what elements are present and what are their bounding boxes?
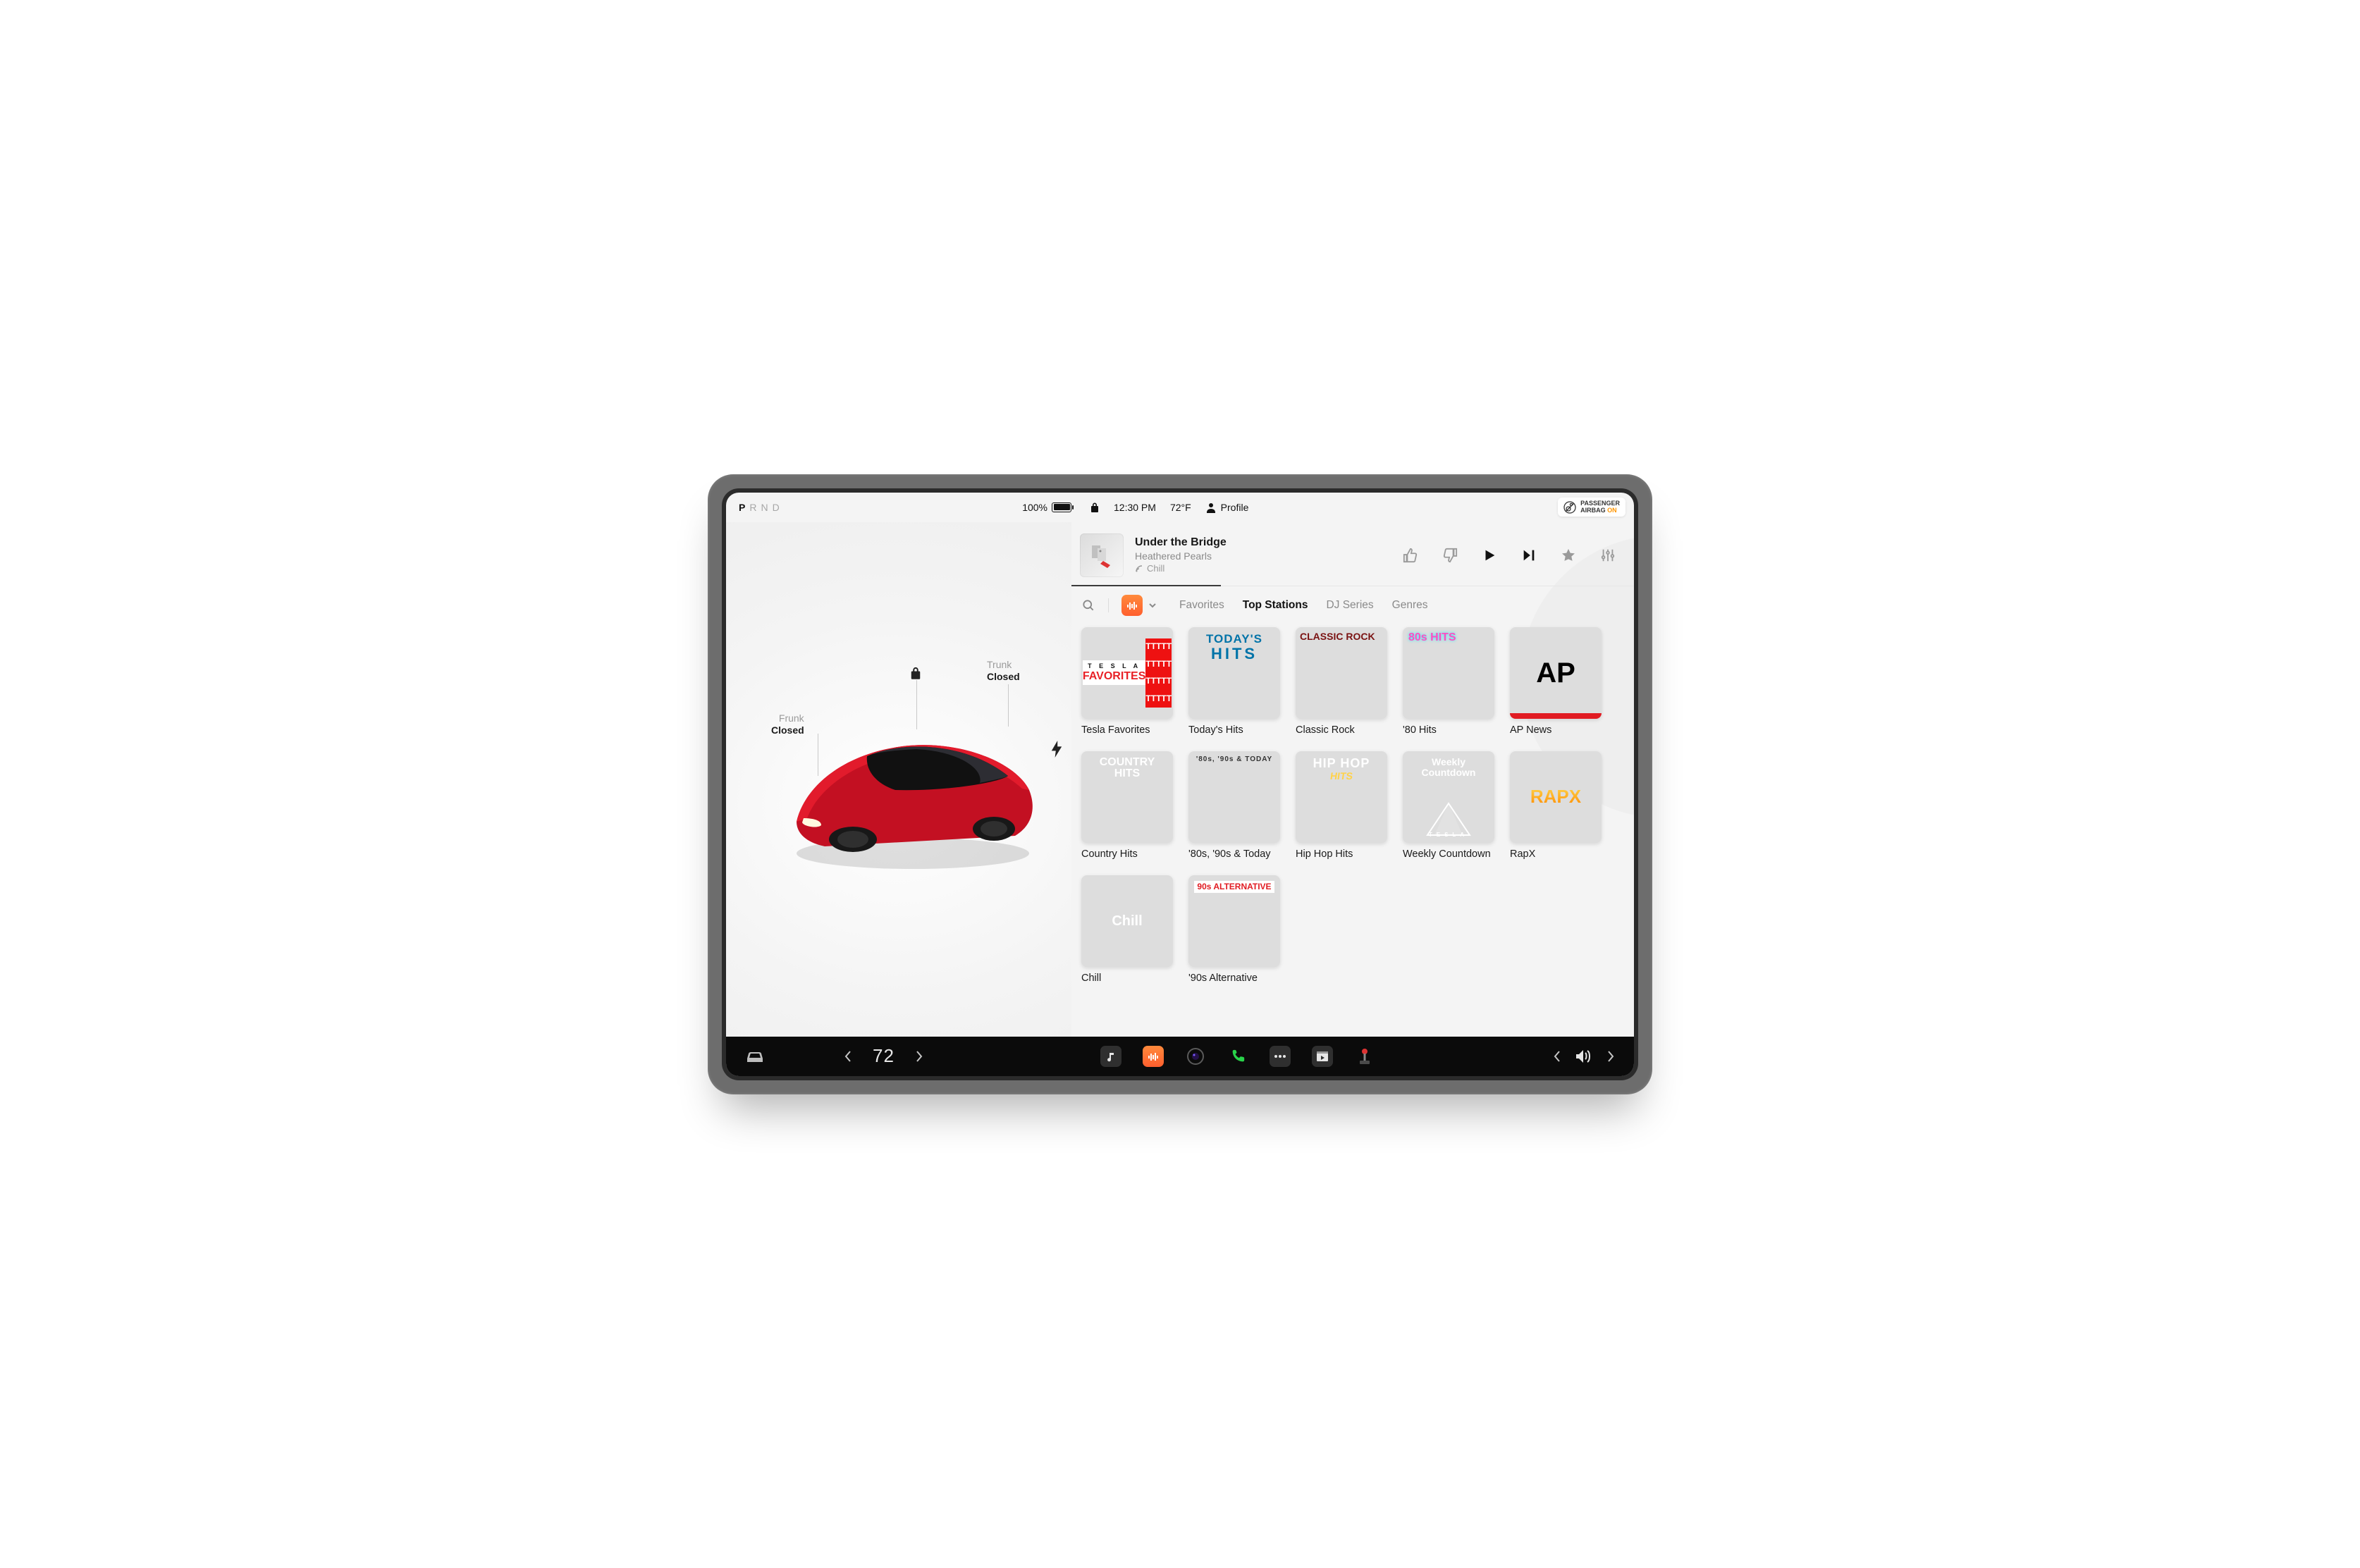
charge-bolt-icon[interactable] (1050, 741, 1063, 761)
station-90alt[interactable]: '90s Alternative (1188, 875, 1280, 984)
theater-app-icon[interactable] (1312, 1046, 1333, 1067)
gear-indicator: PRND (739, 502, 784, 513)
car-visualization-panel: FrunkClosed TrunkClosed (726, 522, 1071, 1037)
station-country[interactable]: Country Hits (1081, 751, 1173, 860)
chevron-down-icon (1148, 601, 1157, 610)
car-lock-icon[interactable] (909, 666, 922, 684)
station-name: Hip Hop Hits (1296, 848, 1387, 860)
radio-source-icon (1121, 595, 1143, 616)
bottom-bar: 72 (726, 1037, 1634, 1076)
station-cover (1081, 751, 1173, 843)
station-name: RapX (1510, 848, 1602, 860)
volume-down-icon[interactable] (1552, 1049, 1562, 1063)
browse-tabs: Favorites Top Stations DJ Series Genres (1179, 599, 1428, 612)
app-launcher-row (931, 1046, 1545, 1067)
track-title: Under the Bridge (1135, 536, 1227, 549)
now-playing-bar: Under the Bridge Heathered Pearls Chill (1071, 522, 1634, 586)
station-cover: AP (1510, 627, 1602, 719)
volume-controls (1552, 1049, 1616, 1064)
thumbs-down-icon[interactable] (1442, 548, 1458, 563)
station-name: '90s Alternative (1188, 973, 1280, 984)
airbag-off-icon (1563, 501, 1576, 514)
profile-button[interactable]: Profile (1205, 502, 1249, 513)
station-cover (1188, 751, 1280, 843)
station-hiphop[interactable]: Hip Hop Hits (1296, 751, 1387, 860)
station-name: Country Hits (1081, 848, 1173, 860)
station-today[interactable]: Today's Hits (1188, 627, 1280, 736)
thumbs-up-icon[interactable] (1403, 548, 1418, 563)
station-name: '80s, '90s & Today (1188, 848, 1280, 860)
play-icon[interactable] (1482, 548, 1497, 563)
status-bar: PRND 100% 12:30 PM 72°F Profile PASSENGE… (726, 493, 1634, 522)
station-cover (1081, 875, 1173, 967)
car-app-icon[interactable] (744, 1049, 766, 1063)
station-chill[interactable]: Chill (1081, 875, 1173, 984)
lock-icon[interactable] (1090, 502, 1100, 513)
broadcast-icon (1135, 564, 1143, 573)
station-name: Chill (1081, 973, 1173, 984)
tab-dj-series[interactable]: DJ Series (1326, 599, 1373, 612)
station-name: '80 Hits (1403, 724, 1494, 736)
person-icon (1205, 502, 1217, 513)
station-80s[interactable]: '80 Hits (1403, 627, 1494, 736)
station-rapx[interactable]: RAPX RapX (1510, 751, 1602, 860)
airbag-badge: PASSENGER AIRBAG ON (1558, 498, 1625, 517)
battery-icon (1052, 502, 1071, 512)
station-tesla-fav[interactable]: T E S L AFAVORITESTTTTTTTTTTTTTTTTTTTT Te… (1081, 627, 1173, 736)
more-apps-icon[interactable] (1270, 1046, 1291, 1067)
tab-favorites[interactable]: Favorites (1179, 599, 1224, 612)
station-ap[interactable]: AP AP News (1510, 627, 1602, 736)
station-cover (1296, 627, 1387, 719)
next-track-icon[interactable] (1521, 548, 1537, 563)
phone-app-icon[interactable] (1227, 1046, 1248, 1067)
temp-down-icon[interactable] (843, 1049, 853, 1063)
station-8090[interactable]: '80s, '90s & Today (1188, 751, 1280, 860)
climate-controls: 72 (843, 1045, 924, 1067)
radio-app-icon[interactable] (1143, 1046, 1164, 1067)
browse-toolbar: Favorites Top Stations DJ Series Genres (1071, 586, 1634, 620)
station-cover: RAPX (1510, 751, 1602, 843)
source-picker[interactable] (1121, 595, 1157, 616)
album-art[interactable] (1080, 533, 1124, 577)
station-cover (1188, 627, 1280, 719)
music-app-icon[interactable] (1100, 1046, 1121, 1067)
equalizer-icon[interactable] (1600, 548, 1616, 563)
station-cover (1403, 627, 1494, 719)
station-cover (1296, 751, 1387, 843)
track-station: Chill (1135, 563, 1227, 574)
search-icon[interactable] (1081, 598, 1095, 612)
stations-scroll[interactable]: T E S L AFAVORITESTTTTTTTTTTTTTTTTTTTT Te… (1071, 620, 1634, 998)
station-classic[interactable]: Classic Rock (1296, 627, 1387, 736)
climate-temp[interactable]: 72 (873, 1045, 895, 1067)
volume-up-icon[interactable] (1606, 1049, 1616, 1063)
dashcam-app-icon[interactable] (1185, 1046, 1206, 1067)
volume-icon[interactable] (1575, 1049, 1593, 1064)
station-cover (1188, 875, 1280, 967)
station-name: AP News (1510, 724, 1602, 736)
tab-genres[interactable]: Genres (1392, 599, 1428, 612)
temp-up-icon[interactable] (914, 1049, 924, 1063)
station-cover: T E S L AFAVORITESTTTTTTTTTTTTTTTTTTTT (1081, 627, 1173, 719)
arcade-app-icon[interactable] (1354, 1046, 1375, 1067)
media-panel: Under the Bridge Heathered Pearls Chill (1071, 522, 1634, 1037)
station-name: Today's Hits (1188, 724, 1280, 736)
track-artist: Heathered Pearls (1135, 550, 1227, 562)
battery-percent: 100% (1022, 502, 1047, 513)
car-render[interactable] (782, 712, 1043, 875)
favorite-star-icon[interactable] (1561, 548, 1576, 563)
station-cover: TESLA (1403, 751, 1494, 843)
clock: 12:30 PM (1114, 502, 1156, 513)
station-name: Classic Rock (1296, 724, 1387, 736)
station-name: Weekly Countdown (1403, 848, 1494, 860)
outside-temp: 72°F (1170, 502, 1191, 513)
tab-top-stations[interactable]: Top Stations (1243, 599, 1308, 612)
station-weekly[interactable]: TESLA Weekly Countdown (1403, 751, 1494, 860)
trunk-button[interactable]: TrunkClosed (987, 659, 1020, 684)
touchscreen: PRND 100% 12:30 PM 72°F Profile PASSENGE… (726, 493, 1634, 1076)
station-name: Tesla Favorites (1081, 724, 1173, 736)
